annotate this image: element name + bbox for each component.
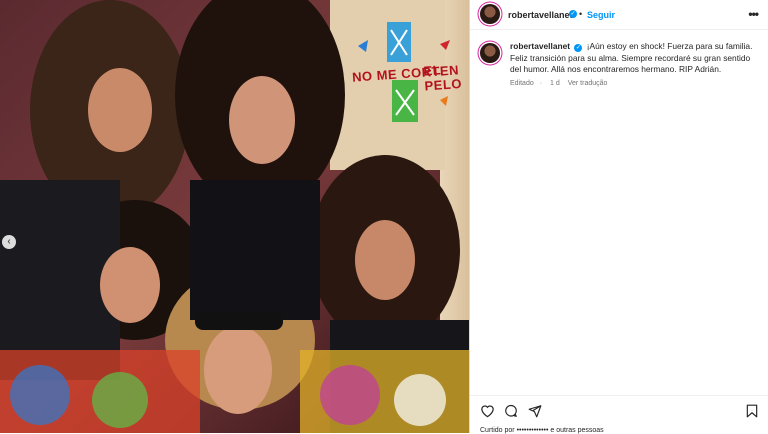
post-sidebar: robertavellanet ✓ • Seguir ••• robertave…: [469, 0, 768, 434]
time-label[interactable]: 1 d: [550, 80, 560, 87]
post-header: robertavellanet ✓ • Seguir •••: [470, 0, 768, 30]
username-link[interactable]: robertavellanet: [508, 10, 573, 20]
heart-icon[interactable]: [480, 404, 495, 418]
action-bar: [470, 395, 768, 428]
caption-meta: Editado · 1 d Ver tradução: [510, 80, 613, 87]
poster-text-right: EL PELO: [423, 62, 463, 94]
follow-button[interactable]: Seguir: [587, 10, 615, 20]
verified-icon: ✓: [569, 10, 577, 18]
caption-verified-icon: ✓: [574, 44, 583, 52]
share-icon[interactable]: [528, 404, 542, 418]
post-caption: robertavellanet ✓ ¡Aún estoy en shock! F…: [510, 41, 762, 76]
more-icon[interactable]: •••: [748, 7, 759, 21]
caption-avatar[interactable]: [480, 43, 500, 63]
caption-username[interactable]: robertavellanet: [510, 41, 570, 51]
carousel-prev-button[interactable]: ‹: [2, 235, 16, 249]
dot-separator-meta: ·: [539, 80, 543, 87]
edited-label: Editado: [510, 80, 534, 87]
post-image: NO ME CORTEN EL PELO ‹: [0, 0, 469, 433]
bookmark-icon[interactable]: [746, 404, 758, 418]
translate-link[interactable]: Ver tradução: [568, 80, 608, 87]
comment-icon[interactable]: [504, 404, 518, 418]
avatar[interactable]: [480, 4, 500, 24]
dot-separator: •: [579, 9, 583, 19]
poster-illustration: [0, 0, 469, 433]
